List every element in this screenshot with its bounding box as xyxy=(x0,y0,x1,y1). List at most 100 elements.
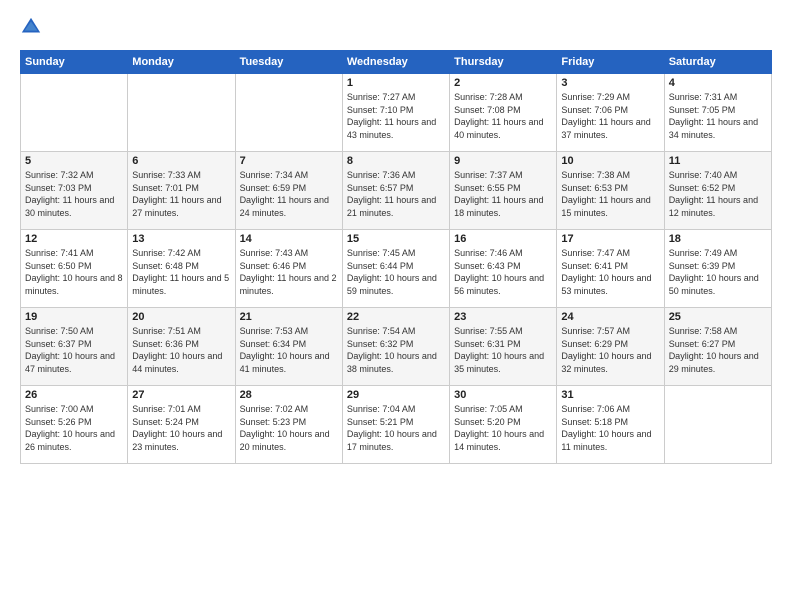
day-number: 10 xyxy=(561,155,659,167)
calendar-cell: 3 Sunrise: 7:29 AMSunset: 7:06 PMDaylight… xyxy=(557,74,664,152)
weekday-header: Thursday xyxy=(450,51,557,74)
day-number: 8 xyxy=(347,155,445,167)
day-info: Sunrise: 7:49 AMSunset: 6:39 PMDaylight:… xyxy=(669,247,767,297)
day-number: 28 xyxy=(240,389,338,401)
day-info: Sunrise: 7:57 AMSunset: 6:29 PMDaylight:… xyxy=(561,325,659,375)
day-number: 2 xyxy=(454,77,552,89)
day-number: 4 xyxy=(669,77,767,89)
day-info: Sunrise: 7:50 AMSunset: 6:37 PMDaylight:… xyxy=(25,325,123,375)
day-info: Sunrise: 7:06 AMSunset: 5:18 PMDaylight:… xyxy=(561,403,659,453)
day-info: Sunrise: 7:55 AMSunset: 6:31 PMDaylight:… xyxy=(454,325,552,375)
day-number: 27 xyxy=(132,389,230,401)
calendar-cell xyxy=(235,74,342,152)
day-number: 5 xyxy=(25,155,123,167)
calendar-cell: 16 Sunrise: 7:46 AMSunset: 6:43 PMDayligh… xyxy=(450,230,557,308)
calendar-cell: 23Sunrise: 7:55 AMSunset: 6:31 PMDayligh… xyxy=(450,308,557,386)
calendar-cell: 15 Sunrise: 7:45 AMSunset: 6:44 PMDayligh… xyxy=(342,230,449,308)
calendar-week-row: 1 Sunrise: 7:27 AMSunset: 7:10 PMDaylight… xyxy=(21,74,772,152)
day-info: Sunrise: 7:04 AMSunset: 5:21 PMDaylight:… xyxy=(347,403,445,453)
calendar-cell xyxy=(664,386,771,464)
calendar-cell: 22 Sunrise: 7:54 AMSunset: 6:32 PMDayligh… xyxy=(342,308,449,386)
calendar-cell: 19 Sunrise: 7:50 AMSunset: 6:37 PMDayligh… xyxy=(21,308,128,386)
day-info: Sunrise: 7:32 AMSunset: 7:03 PMDaylight:… xyxy=(25,169,123,219)
day-info: Sunrise: 7:45 AMSunset: 6:44 PMDaylight:… xyxy=(347,247,445,297)
day-info: Sunrise: 7:00 AMSunset: 5:26 PMDaylight:… xyxy=(25,403,123,453)
calendar-cell: 18 Sunrise: 7:49 AMSunset: 6:39 PMDayligh… xyxy=(664,230,771,308)
day-info: Sunrise: 7:43 AMSunset: 6:46 PMDaylight:… xyxy=(240,247,338,297)
day-number: 13 xyxy=(132,233,230,245)
day-info: Sunrise: 7:31 AMSunset: 7:05 PMDaylight:… xyxy=(669,91,767,141)
weekday-header: Wednesday xyxy=(342,51,449,74)
weekday-header: Tuesday xyxy=(235,51,342,74)
day-number: 24 xyxy=(561,311,659,323)
day-number: 1 xyxy=(347,77,445,89)
calendar-cell: 27 Sunrise: 7:01 AMSunset: 5:24 PMDayligh… xyxy=(128,386,235,464)
header xyxy=(20,16,772,38)
day-info: Sunrise: 7:27 AMSunset: 7:10 PMDaylight:… xyxy=(347,91,445,141)
day-info: Sunrise: 7:01 AMSunset: 5:24 PMDaylight:… xyxy=(132,403,230,453)
calendar-cell: 29 Sunrise: 7:04 AMSunset: 5:21 PMDayligh… xyxy=(342,386,449,464)
day-number: 12 xyxy=(25,233,123,245)
calendar-cell: 11 Sunrise: 7:40 AMSunset: 6:52 PMDayligh… xyxy=(664,152,771,230)
weekday-header: Monday xyxy=(128,51,235,74)
calendar-cell: 28Sunrise: 7:02 AMSunset: 5:23 PMDayligh… xyxy=(235,386,342,464)
calendar-cell: 10Sunrise: 7:38 AMSunset: 6:53 PMDayligh… xyxy=(557,152,664,230)
day-number: 30 xyxy=(454,389,552,401)
day-number: 15 xyxy=(347,233,445,245)
calendar-cell: 7 Sunrise: 7:34 AMSunset: 6:59 PMDaylight… xyxy=(235,152,342,230)
calendar-cell: 14 Sunrise: 7:43 AMSunset: 6:46 PMDayligh… xyxy=(235,230,342,308)
day-number: 21 xyxy=(240,311,338,323)
day-number: 25 xyxy=(669,311,767,323)
calendar-week-row: 12 Sunrise: 7:41 AMSunset: 6:50 PMDayligh… xyxy=(21,230,772,308)
day-info: Sunrise: 7:47 AMSunset: 6:41 PMDaylight:… xyxy=(561,247,659,297)
day-info: Sunrise: 7:53 AMSunset: 6:34 PMDaylight:… xyxy=(240,325,338,375)
day-number: 22 xyxy=(347,311,445,323)
day-info: Sunrise: 7:42 AMSunset: 6:48 PMDaylight:… xyxy=(132,247,230,297)
calendar-cell: 21 Sunrise: 7:53 AMSunset: 6:34 PMDayligh… xyxy=(235,308,342,386)
calendar-week-row: 5 Sunrise: 7:32 AMSunset: 7:03 PMDaylight… xyxy=(21,152,772,230)
day-number: 9 xyxy=(454,155,552,167)
day-info: Sunrise: 7:51 AMSunset: 6:36 PMDaylight:… xyxy=(132,325,230,375)
day-info: Sunrise: 7:46 AMSunset: 6:43 PMDaylight:… xyxy=(454,247,552,297)
day-number: 18 xyxy=(669,233,767,245)
day-number: 11 xyxy=(669,155,767,167)
day-number: 16 xyxy=(454,233,552,245)
day-number: 20 xyxy=(132,311,230,323)
day-info: Sunrise: 7:54 AMSunset: 6:32 PMDaylight:… xyxy=(347,325,445,375)
calendar-cell: 17Sunrise: 7:47 AMSunset: 6:41 PMDayligh… xyxy=(557,230,664,308)
day-number: 29 xyxy=(347,389,445,401)
calendar-cell: 31 Sunrise: 7:06 AMSunset: 5:18 PMDayligh… xyxy=(557,386,664,464)
page: SundayMondayTuesdayWednesdayThursdayFrid… xyxy=(0,0,792,612)
day-number: 26 xyxy=(25,389,123,401)
calendar-week-row: 19 Sunrise: 7:50 AMSunset: 6:37 PMDayligh… xyxy=(21,308,772,386)
day-info: Sunrise: 7:05 AMSunset: 5:20 PMDaylight:… xyxy=(454,403,552,453)
day-info: Sunrise: 7:40 AMSunset: 6:52 PMDaylight:… xyxy=(669,169,767,219)
calendar-cell: 6 Sunrise: 7:33 AMSunset: 7:01 PMDaylight… xyxy=(128,152,235,230)
calendar-cell xyxy=(128,74,235,152)
logo xyxy=(20,16,46,38)
day-number: 3 xyxy=(561,77,659,89)
day-info: Sunrise: 7:41 AMSunset: 6:50 PMDaylight:… xyxy=(25,247,123,297)
day-number: 7 xyxy=(240,155,338,167)
day-info: Sunrise: 7:29 AMSunset: 7:06 PMDaylight:… xyxy=(561,91,659,141)
day-number: 6 xyxy=(132,155,230,167)
day-info: Sunrise: 7:37 AMSunset: 6:55 PMDaylight:… xyxy=(454,169,552,219)
day-info: Sunrise: 7:28 AMSunset: 7:08 PMDaylight:… xyxy=(454,91,552,141)
calendar-week-row: 26 Sunrise: 7:00 AMSunset: 5:26 PMDayligh… xyxy=(21,386,772,464)
calendar-cell: 2 Sunrise: 7:28 AMSunset: 7:08 PMDaylight… xyxy=(450,74,557,152)
calendar-cell xyxy=(21,74,128,152)
calendar: SundayMondayTuesdayWednesdayThursdayFrid… xyxy=(20,50,772,464)
calendar-cell: 8Sunrise: 7:36 AMSunset: 6:57 PMDaylight… xyxy=(342,152,449,230)
day-info: Sunrise: 7:34 AMSunset: 6:59 PMDaylight:… xyxy=(240,169,338,219)
calendar-cell: 24 Sunrise: 7:57 AMSunset: 6:29 PMDayligh… xyxy=(557,308,664,386)
day-number: 14 xyxy=(240,233,338,245)
calendar-cell: 30 Sunrise: 7:05 AMSunset: 5:20 PMDayligh… xyxy=(450,386,557,464)
calendar-cell: 5 Sunrise: 7:32 AMSunset: 7:03 PMDaylight… xyxy=(21,152,128,230)
calendar-cell: 26 Sunrise: 7:00 AMSunset: 5:26 PMDayligh… xyxy=(21,386,128,464)
day-info: Sunrise: 7:33 AMSunset: 7:01 PMDaylight:… xyxy=(132,169,230,219)
day-number: 19 xyxy=(25,311,123,323)
day-number: 31 xyxy=(561,389,659,401)
calendar-cell: 12 Sunrise: 7:41 AMSunset: 6:50 PMDayligh… xyxy=(21,230,128,308)
calendar-cell: 25Sunrise: 7:58 AMSunset: 6:27 PMDayligh… xyxy=(664,308,771,386)
weekday-header: Friday xyxy=(557,51,664,74)
